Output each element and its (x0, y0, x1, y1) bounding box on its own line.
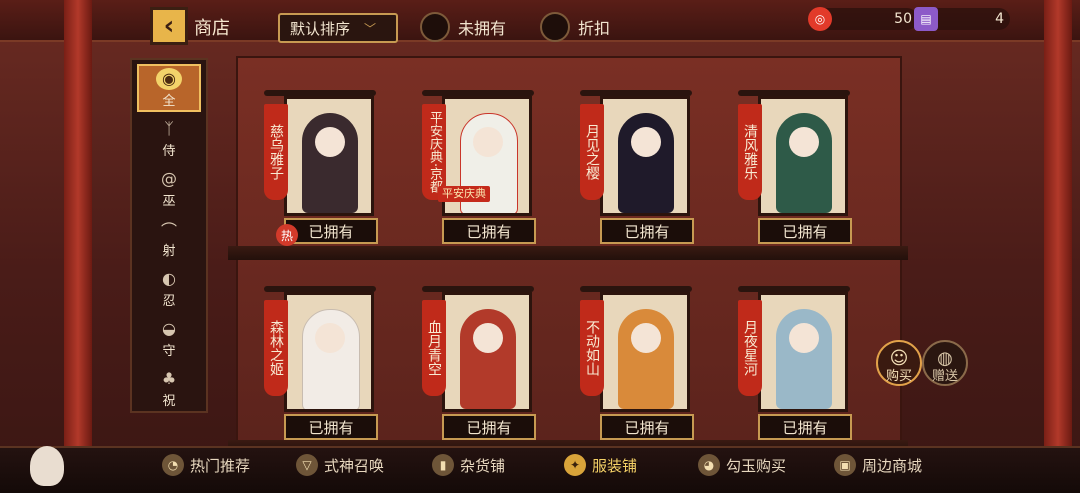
spiral-icon: @ (161, 169, 177, 188)
nav-label: 周边商城 (862, 456, 923, 475)
tab-label: 侍 (162, 143, 176, 159)
skin-portrait (600, 96, 690, 216)
coin-icon: ◎ (808, 7, 832, 31)
nav-hot-recommend[interactable]: ◔ 热门推荐 (162, 454, 250, 476)
skin-portrait (600, 292, 690, 412)
nav-merch-store[interactable]: ▣ 周边商城 (834, 454, 922, 476)
gift-box-icon: ▣ (834, 454, 856, 476)
tab-guard[interactable]: ◒ 守 (137, 314, 201, 362)
skin-name-banner: 月夜星河 (738, 300, 762, 396)
magatama-icon: ◕ (698, 454, 720, 476)
chevron-left-icon: ‹ (163, 11, 175, 41)
radio-icon (420, 12, 450, 42)
kimono-icon: ✦ (564, 454, 586, 476)
tab-label: 射 (162, 243, 176, 259)
owl-icon: ◍ (937, 348, 953, 369)
character-face (789, 323, 819, 353)
category-tabs: ◉ 全 ᛉ 侍 @ 巫 ⌒ 射 ◐ 忍 ◒ 守 ♣ 祝 (130, 58, 208, 413)
tab-all[interactable]: ◉ 全 (137, 64, 201, 112)
skin-name-banner: 血月青空 (422, 300, 446, 396)
coin-value: 50 (894, 11, 912, 27)
skin-portrait (284, 292, 374, 412)
owned-label: 已拥有 (758, 218, 852, 244)
tab-archer[interactable]: ⌒ 射 (137, 214, 201, 262)
owned-label: 已拥有 (442, 218, 536, 244)
bird-icon: ⌒ (160, 220, 177, 240)
left-pillar (64, 0, 92, 491)
sort-dropdown[interactable]: 默认排序 ﹀ (278, 13, 398, 43)
shelf-board (228, 246, 908, 260)
back-button[interactable]: ‹ (150, 7, 188, 45)
clover-icon: ♣ (161, 369, 177, 388)
page-title: 商店 (194, 18, 230, 39)
nav-magatama-purchase[interactable]: ◕ 勾玉购买 (698, 454, 786, 476)
buy-button[interactable]: ☺ 购买 (876, 340, 922, 386)
radio-icon (540, 12, 570, 42)
mask-icon: ◐ (162, 269, 176, 288)
fox-mask-icon: ▽ (296, 454, 318, 476)
character-face (473, 127, 503, 157)
tab-label: 祝 (162, 393, 176, 409)
event-tag: 平安庆典 (438, 186, 490, 202)
crest-icon: ◉ (156, 67, 182, 90)
tab-samurai[interactable]: ᛉ 侍 (137, 114, 201, 162)
cat-icon: ☺ (889, 348, 909, 369)
shield-icon: ◒ (162, 319, 176, 338)
skin-name-banner: 不动如山 (580, 300, 604, 396)
owned-label: 已拥有 (284, 414, 378, 440)
skin-name-banner: 慈乌雅子 (264, 104, 288, 200)
character-face (473, 323, 503, 353)
nav-summon[interactable]: ▽ 式神召唤 (296, 454, 384, 476)
character-face (631, 323, 661, 353)
tab-label: 巫 (162, 193, 176, 209)
skin-portrait (758, 96, 848, 216)
owned-label: 已拥有 (284, 218, 378, 244)
owned-label: 已拥有 (600, 218, 694, 244)
tab-label: 忍 (162, 293, 176, 309)
tab-blessing[interactable]: ♣ 祝 (137, 364, 201, 412)
skin-name-banner: 清风雅乐 (738, 104, 762, 200)
chevron-down-icon: ﹀ (364, 21, 377, 36)
tab-label: 守 (162, 343, 176, 359)
character-face (315, 323, 345, 353)
nav-costume-shop[interactable]: ✦ 服装铺 (564, 454, 637, 476)
fan-icon: ᛉ (164, 119, 174, 138)
character-face (631, 127, 661, 157)
filter-not-owned[interactable]: 未拥有 (420, 12, 506, 42)
skin-portrait (758, 292, 848, 412)
skin-name-banner: 月见之樱 (580, 104, 604, 200)
nav-general-store[interactable]: ▮ 杂货铺 (432, 454, 505, 476)
ticket-value: 4 (995, 11, 1004, 27)
filter-label: 未拥有 (458, 19, 507, 38)
skin-portrait (284, 96, 374, 216)
owned-label: 已拥有 (600, 414, 694, 440)
gift-button[interactable]: ◍ 赠送 (922, 340, 968, 386)
tab-shaman[interactable]: @ 巫 (137, 164, 201, 212)
tab-ninja[interactable]: ◐ 忍 (137, 264, 201, 312)
nav-label: 服装铺 (592, 456, 638, 475)
tomoe-icon: ◔ (162, 454, 184, 476)
skin-name-banner: 森林之姬 (264, 300, 288, 396)
ticket-balance[interactable]: ▤ 4 (914, 7, 1010, 31)
tab-label: 全 (162, 93, 176, 109)
nav-label: 勾玉购买 (726, 456, 787, 475)
owned-label: 已拥有 (758, 414, 852, 440)
owned-label: 已拥有 (442, 414, 536, 440)
mascot-icon[interactable] (30, 446, 64, 486)
nav-label: 杂货铺 (460, 456, 506, 475)
character-face (315, 127, 345, 157)
ticket-icon: ▤ (914, 7, 938, 31)
sort-label: 默认排序 (290, 19, 351, 38)
coin-balance[interactable]: ◎ 50 (808, 7, 918, 31)
hot-badge: 热 (276, 224, 298, 246)
skin-portrait (442, 292, 532, 412)
right-pillar (1044, 0, 1072, 491)
filter-label: 折扣 (578, 19, 611, 38)
nav-label: 热门推荐 (190, 456, 251, 475)
nav-label: 式神召唤 (324, 456, 385, 475)
character-face (789, 127, 819, 157)
filter-discount[interactable]: 折扣 (540, 12, 610, 42)
bottle-icon: ▮ (432, 454, 454, 476)
